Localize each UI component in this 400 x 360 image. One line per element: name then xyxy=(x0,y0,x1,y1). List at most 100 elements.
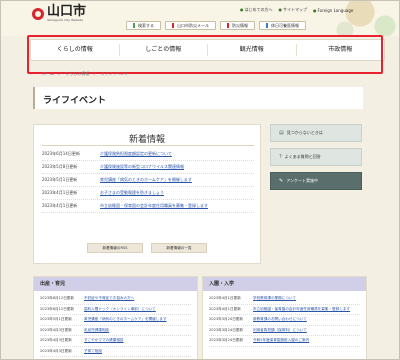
list-item: 2023年3月24日更新 令和5年度保育園施設入園のご案内 xyxy=(209,336,360,347)
document-icon: ▤ xyxy=(279,130,284,136)
item-link[interactable]: 学校教育課の業務について xyxy=(253,296,296,301)
news-date: 2023年6月14日更新 xyxy=(42,151,80,156)
list-item: 2023年5月1日更新 育児講座「病気のときのホームケア」を開催します xyxy=(42,174,254,187)
mail-marker-icon xyxy=(172,23,174,28)
header-button-group: 検索する 山口市防災メール 防災情報 休日可養医情報 xyxy=(126,21,306,30)
list-item: 2023年6月12日更新 不妊症や不育症でお悩みの方へ xyxy=(40,294,191,305)
item-link[interactable]: 歯科人間ドック（オンライン事前）について xyxy=(84,307,156,312)
news-link[interactable]: 育児講座「病気のときのホームケア」を開催します xyxy=(100,177,192,183)
news-divider xyxy=(42,145,254,146)
category-title: 出産・育児 xyxy=(34,277,197,291)
holiday-doctor-button[interactable]: 休日可養医情報 xyxy=(259,21,306,30)
logo-name: 山口市 xyxy=(47,4,87,19)
city-emblem-icon xyxy=(32,8,44,20)
list-item: 2023年5月8日更新 介護保険施設等の新型コロナウイルス関連情報 xyxy=(42,161,254,174)
list-item: 2023年4月3日更新 すこやかママの健康相談 xyxy=(40,336,191,347)
category-list: 2023年4月1日更新 学校教育課の業務について 2023年4月1日更新 市立幼… xyxy=(203,291,366,350)
first-time-link[interactable]: ●はじめての方へ xyxy=(240,7,273,13)
news-list: 2023年6月14日更新 介護保険負担限度額認定の更新について 2023年5月8… xyxy=(42,148,254,213)
news-list-button[interactable]: 新着情報の一覧 xyxy=(151,243,207,253)
item-link[interactable]: 市立幼稚園・保育園の会計年度任用職員を募集・登録します xyxy=(253,307,350,312)
breadcrumb-current: ライフイベント xyxy=(100,71,129,76)
sitemap-link[interactable]: ●サイトマップ xyxy=(279,7,308,13)
item-date: 2023年4月1日更新 xyxy=(209,296,241,301)
holiday-doctor-label: 休日可養医情報 xyxy=(271,22,299,28)
breadcrumb-home[interactable]: ホーム xyxy=(42,71,54,77)
category-list: 2023年6月12日更新 不妊症や不育症でお悩みの方へ 2023年6月12日更新… xyxy=(34,291,197,360)
news-link[interactable]: お子さまの受動喫煙を防ぎましょう xyxy=(100,190,164,196)
emergency-marker-icon xyxy=(266,23,268,28)
search-button[interactable]: 検索する xyxy=(126,21,161,30)
item-link[interactable]: 不妊症や不育症でお悩みの方へ xyxy=(84,296,134,301)
gnav-item-city-admin[interactable]: 市政情報 xyxy=(297,44,385,56)
item-date: 2023年3月24日更新 xyxy=(209,338,243,343)
news-date: 2023年5月8日更新 xyxy=(42,164,78,169)
news-link[interactable]: 介護保険施設等の新型コロナウイルス関連情報 xyxy=(100,164,184,170)
item-date: 2023年6月12日更新 xyxy=(40,306,74,311)
news-date: 2023年4月1日更新 xyxy=(42,203,78,208)
item-link[interactable]: すこやかママの健康相談 xyxy=(84,338,124,343)
list-item: 2023年4月1日更新 市立幼稚園・保育園の会計年度任用職員を募集・登録します xyxy=(209,305,360,315)
news-date: 2023年4月1日更新 xyxy=(42,190,78,195)
pencil-icon: ✎ xyxy=(279,178,284,184)
breadcrumb: ホーム > くらしの情報 > ライフイベント xyxy=(42,71,129,77)
news-link[interactable]: 市立幼稚園・保育園の会計年度任用職員を募集・登録します xyxy=(100,203,208,209)
item-date: 2023年5月1日更新 xyxy=(40,317,72,322)
faq-button[interactable]: ? よくある質問と回答 xyxy=(270,148,362,166)
foreign-language-link[interactable]: ●Foreign Language xyxy=(313,8,353,13)
breadcrumb-living[interactable]: くらしの情報 xyxy=(65,71,89,77)
item-link[interactable]: 乳幼児健康相談 xyxy=(84,328,109,333)
info-icon: ● xyxy=(240,7,244,12)
gnav-item-living[interactable]: くらしの情報 xyxy=(31,44,120,56)
list-item: 2023年3月24日更新 新教育課のお問い合わせについて xyxy=(209,315,360,326)
list-item: 2023年6月14日更新 介護保険負担限度額認定の更新について xyxy=(42,148,254,161)
gnav-item-work[interactable]: しごとの情報 xyxy=(120,44,208,56)
item-date: 2023年4月3日更新 xyxy=(40,338,72,343)
global-navigation: くらしの情報 しごとの情報 観光情報 市政情報 xyxy=(30,39,385,61)
faq-label: よくある質問と回答 xyxy=(284,154,321,159)
site-logo[interactable]: 山口市 Yamaguchi City Website xyxy=(32,4,87,22)
news-link[interactable]: 介護保険負担限度額認定の更新について xyxy=(100,151,172,157)
breadcrumb-separator: > xyxy=(93,71,97,76)
list-item: 2023年4月3日更新 子育て相談 xyxy=(40,347,191,357)
survey-button[interactable]: ✎ アンケート実施中 xyxy=(270,172,362,190)
not-found-button[interactable]: ▤ 見つからないときは xyxy=(270,124,362,142)
item-link[interactable]: 新教育課のお問い合わせについて xyxy=(253,317,307,322)
list-item: 2023年4月1日更新 学校教育課の業務について xyxy=(209,294,360,305)
disaster-mail-label: 山口市防災メール xyxy=(177,22,209,28)
globe-icon: ● xyxy=(313,7,317,13)
news-date: 2023年5月1日更新 xyxy=(42,177,78,182)
logo-subtitle: Yamaguchi City Website xyxy=(47,18,83,22)
item-date: 2023年4月1日更新 xyxy=(209,306,241,311)
item-date: 2023年4月3日更新 xyxy=(40,327,72,332)
item-link[interactable]: 令和5年度保育園施設入園のご案内 xyxy=(253,338,309,343)
list-item: 2023年5月1日更新 育児講座「病気のときのホームケア」を開催します xyxy=(40,315,191,326)
item-date: 2023年4月3日更新 xyxy=(40,348,72,353)
sitemap-icon: ● xyxy=(278,7,283,12)
list-item: 2023年4月1日更新 市立幼稚園・保育園の会計年度任用職員を募集・登録します xyxy=(42,200,254,213)
item-link[interactable]: 子育て相談 xyxy=(84,349,102,354)
list-item: 2023年4月3日更新 乳幼児健康相談 xyxy=(40,326,191,336)
list-item: 2023年4月1日更新 お子さまの受動喫煙を防ぎましょう xyxy=(42,187,254,200)
search-button-label: 検索する xyxy=(138,22,154,28)
list-item: 2023年6月12日更新 歯科人間ドック（オンライン事前）について xyxy=(40,305,191,315)
disaster-marker-icon xyxy=(227,23,229,28)
item-date: 2023年3月24日更新 xyxy=(209,317,243,322)
category-birth-childcare: 出産・育児 2023年6月12日更新 不妊症や不育症でお悩みの方へ 2023年6… xyxy=(33,276,198,360)
category-school-entry: 入園・入学 2023年4月1日更新 学校教育課の業務について 2023年4月1日… xyxy=(202,276,367,360)
disaster-mail-button[interactable]: 山口市防災メール xyxy=(165,21,216,30)
news-button-group: 新着情報のRSS 新着情報の一覧 xyxy=(34,243,260,253)
page-title-bar: ライフイベント xyxy=(33,87,363,109)
category-title: 入園・入学 xyxy=(203,277,366,291)
news-panel: 新着情報 2023年6月14日更新 介護保険負担限度額認定の更新について 202… xyxy=(33,124,261,264)
disaster-info-button[interactable]: 防災情報 xyxy=(220,21,255,30)
breadcrumb-separator: > xyxy=(57,71,62,76)
item-link[interactable]: 利用者負担額（保育料）について xyxy=(253,328,307,333)
disaster-info-label: 防災情報 xyxy=(232,22,248,28)
item-date: 2023年6月12日更新 xyxy=(40,296,74,301)
side-menu: ▤ 見つからないときは ? よくある質問と回答 ✎ アンケート実施中 xyxy=(270,124,362,196)
site-header: 山口市 Yamaguchi City Website 検索する 山口市防災メール… xyxy=(0,0,400,36)
item-link[interactable]: 育児講座「病気のときのホームケア」を開催します xyxy=(84,317,167,322)
gnav-item-tourism[interactable]: 観光情報 xyxy=(208,44,297,56)
news-rss-button[interactable]: 新着情報のRSS xyxy=(87,243,143,253)
